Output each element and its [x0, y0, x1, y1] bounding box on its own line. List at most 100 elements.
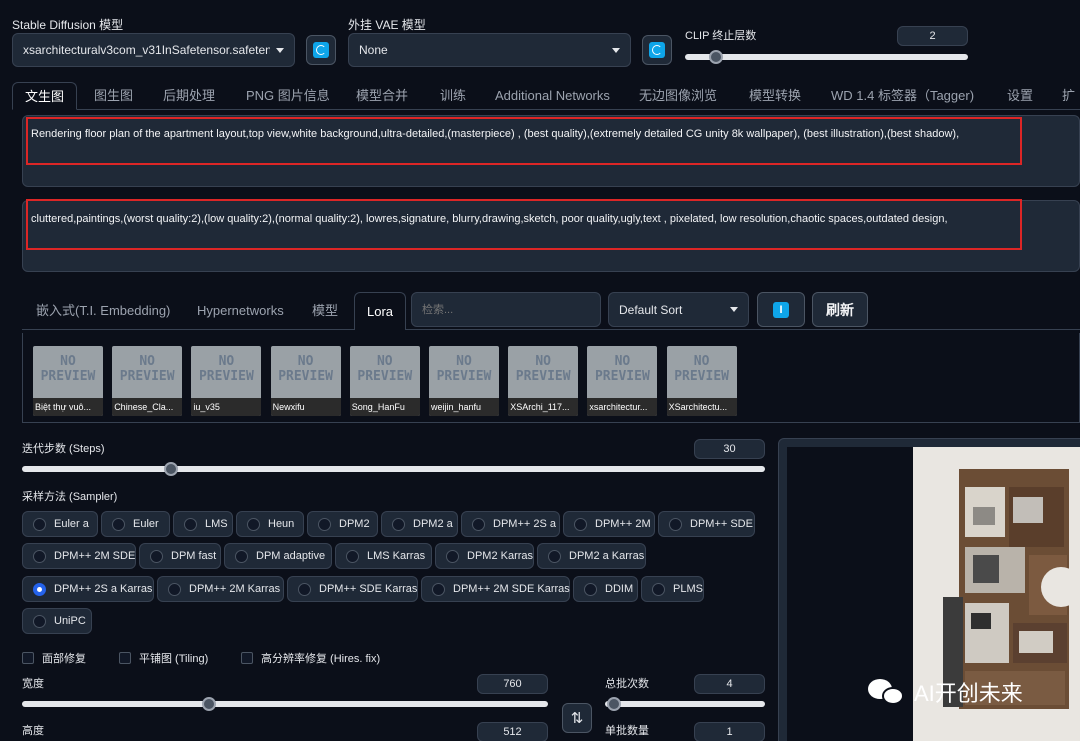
sampler-option[interactable]: DPM fast — [139, 543, 221, 569]
lora-card[interactable]: NO PREVIEW XSArchi_117... — [508, 346, 579, 416]
tab-checkpoint-merger[interactable]: 模型合并 — [356, 82, 408, 110]
sd-model-refresh-button[interactable] — [306, 35, 336, 65]
sampler-option[interactable]: DPM++ SDE — [658, 511, 755, 537]
sampler-option[interactable]: DPM++ SDE Karras — [287, 576, 418, 602]
tiling-checkbox[interactable]: 平铺图 (Tiling) — [119, 650, 208, 666]
width-slider-thumb[interactable] — [202, 697, 216, 711]
radio-dot[interactable] — [33, 517, 46, 531]
sampler-option[interactable]: DPM++ 2M SDE Karras — [421, 576, 570, 602]
sampler-option[interactable]: DPM++ 2M Karras — [157, 576, 284, 602]
radio-dot[interactable] — [168, 582, 181, 596]
batch-count-slider[interactable] — [605, 697, 765, 711]
sd-model-dropdown[interactable]: xsarchitecturalv3com_v31InSafetensor.saf… — [12, 33, 295, 67]
lora-card-name: Chinese_Cla... — [112, 398, 183, 416]
batch-count-input[interactable]: 4 — [694, 674, 765, 694]
radio-dot[interactable] — [112, 517, 125, 531]
height-input[interactable]: 512 — [477, 722, 548, 741]
tab-lora[interactable]: Lora — [354, 292, 407, 330]
sampler-option[interactable]: DPM++ 2M SDE — [22, 543, 136, 569]
radio-dot[interactable] — [150, 549, 163, 563]
sampler-option[interactable]: DDIM — [573, 576, 638, 602]
radio-dot[interactable] — [247, 517, 260, 531]
tab-png-info[interactable]: PNG 图片信息 — [246, 82, 330, 110]
radio-dot[interactable] — [318, 517, 331, 531]
sampler-option[interactable]: DPM++ 2M — [563, 511, 655, 537]
lora-card[interactable]: NO PREVIEW xsarchitectur... — [587, 346, 658, 416]
tab-embedding[interactable]: 嵌入式(T.I. Embedding) — [36, 292, 170, 330]
swap-dimensions-button[interactable]: ⇅ — [562, 703, 592, 733]
radio-dot[interactable] — [446, 549, 459, 563]
vae-model-label: 外挂 VAE 模型 — [348, 18, 426, 32]
steps-slider[interactable] — [22, 462, 765, 476]
radio-dot[interactable] — [33, 582, 46, 596]
tab-settings[interactable]: 设置 — [1007, 82, 1033, 110]
radio-dot[interactable] — [346, 549, 359, 563]
sampler-option[interactable]: DPM adaptive — [224, 543, 332, 569]
tab-extensions[interactable]: 扩展 — [1062, 82, 1080, 131]
steps-input[interactable]: 30 — [694, 439, 765, 459]
sort-dropdown[interactable]: Default Sort — [608, 292, 749, 327]
radio-dot[interactable] — [184, 517, 197, 531]
batch-size-input[interactable]: 1 — [694, 722, 765, 741]
sampler-option[interactable]: DPM2 — [307, 511, 378, 537]
lora-card[interactable]: NO PREVIEW Biệt thự vuô... — [33, 346, 103, 416]
tab-model-converter[interactable]: 模型转换 — [749, 82, 801, 110]
sampler-option[interactable]: PLMS — [641, 576, 704, 602]
tab-train[interactable]: 训练 — [440, 82, 466, 110]
sampler-option[interactable]: Heun — [236, 511, 304, 537]
vae-model-dropdown[interactable]: None — [348, 33, 631, 67]
tab-txt2img[interactable]: 文生图 — [12, 82, 78, 110]
sampler-option[interactable]: DPM++ 2S a — [461, 511, 560, 537]
sampler-option[interactable]: DPM2 a — [381, 511, 458, 537]
lora-card[interactable]: NO PREVIEW XSarchitectu... — [666, 346, 737, 416]
tab-additional-networks[interactable]: Additional Networks — [495, 82, 610, 110]
radio-dot[interactable] — [33, 614, 46, 628]
sort-direction-button[interactable]: I — [757, 292, 805, 327]
sampler-option[interactable]: UniPC — [22, 608, 92, 634]
width-slider[interactable] — [22, 697, 548, 711]
sampler-option[interactable]: DPM2 a Karras — [537, 543, 646, 569]
lora-card[interactable]: NO PREVIEW iu_v35 — [191, 346, 262, 416]
batch-count-slider-thumb[interactable] — [607, 697, 621, 711]
width-input[interactable]: 760 — [477, 674, 548, 694]
clip-skip-slider-thumb[interactable] — [709, 50, 723, 64]
clip-skip-slider[interactable] — [685, 50, 968, 64]
radio-dot[interactable] — [584, 582, 597, 596]
radio-dot[interactable] — [574, 517, 587, 531]
networks-refresh-button[interactable]: 刷新 — [812, 292, 868, 327]
radio-dot[interactable] — [669, 517, 682, 531]
radio-dot[interactable] — [33, 549, 46, 563]
tab-tagger[interactable]: WD 1.4 标签器（Tagger) — [831, 82, 974, 110]
sampler-option[interactable]: Euler — [101, 511, 170, 537]
sampler-option[interactable]: Euler a — [22, 511, 98, 537]
radio-dot[interactable] — [235, 549, 248, 563]
sampler-option[interactable]: LMS Karras — [335, 543, 432, 569]
radio-dot[interactable] — [432, 582, 445, 596]
tab-image-browser[interactable]: 无边图像浏览 — [639, 82, 717, 110]
hires-fix-checkbox[interactable]: 高分辨率修复 (Hires. fix) — [241, 650, 380, 666]
sampler-option[interactable]: DPM++ 2S a Karras — [22, 576, 154, 602]
radio-dot[interactable] — [548, 549, 561, 563]
tab-img2img[interactable]: 图生图 — [94, 82, 133, 110]
network-search-input[interactable] — [411, 292, 601, 327]
lora-card[interactable]: NO PREVIEW Chinese_Cla... — [112, 346, 183, 416]
tab-extras[interactable]: 后期处理 — [163, 82, 215, 110]
radio-dot[interactable] — [652, 582, 665, 596]
vae-model-refresh-button[interactable] — [642, 35, 672, 65]
lora-card[interactable]: NO PREVIEW weijin_hanfu — [429, 346, 499, 416]
checkbox-box[interactable] — [119, 652, 131, 664]
checkbox-box[interactable] — [241, 652, 253, 664]
lora-card[interactable]: NO PREVIEW Song_HanFu — [349, 346, 420, 416]
sampler-option[interactable]: DPM2 Karras — [435, 543, 534, 569]
restore-faces-checkbox[interactable]: 面部修复 — [22, 650, 86, 666]
radio-dot[interactable] — [472, 517, 485, 531]
checkbox-box[interactable] — [22, 652, 34, 664]
radio-dot[interactable] — [298, 582, 311, 596]
tab-checkpoints[interactable]: 模型 — [312, 292, 338, 330]
lora-card[interactable]: NO PREVIEW Newxifu — [270, 346, 341, 416]
radio-dot[interactable] — [392, 517, 405, 531]
clip-skip-input[interactable]: 2 — [897, 26, 968, 46]
sampler-option[interactable]: LMS — [173, 511, 233, 537]
tab-hypernetworks[interactable]: Hypernetworks — [197, 292, 284, 330]
steps-slider-thumb[interactable] — [163, 462, 178, 476]
